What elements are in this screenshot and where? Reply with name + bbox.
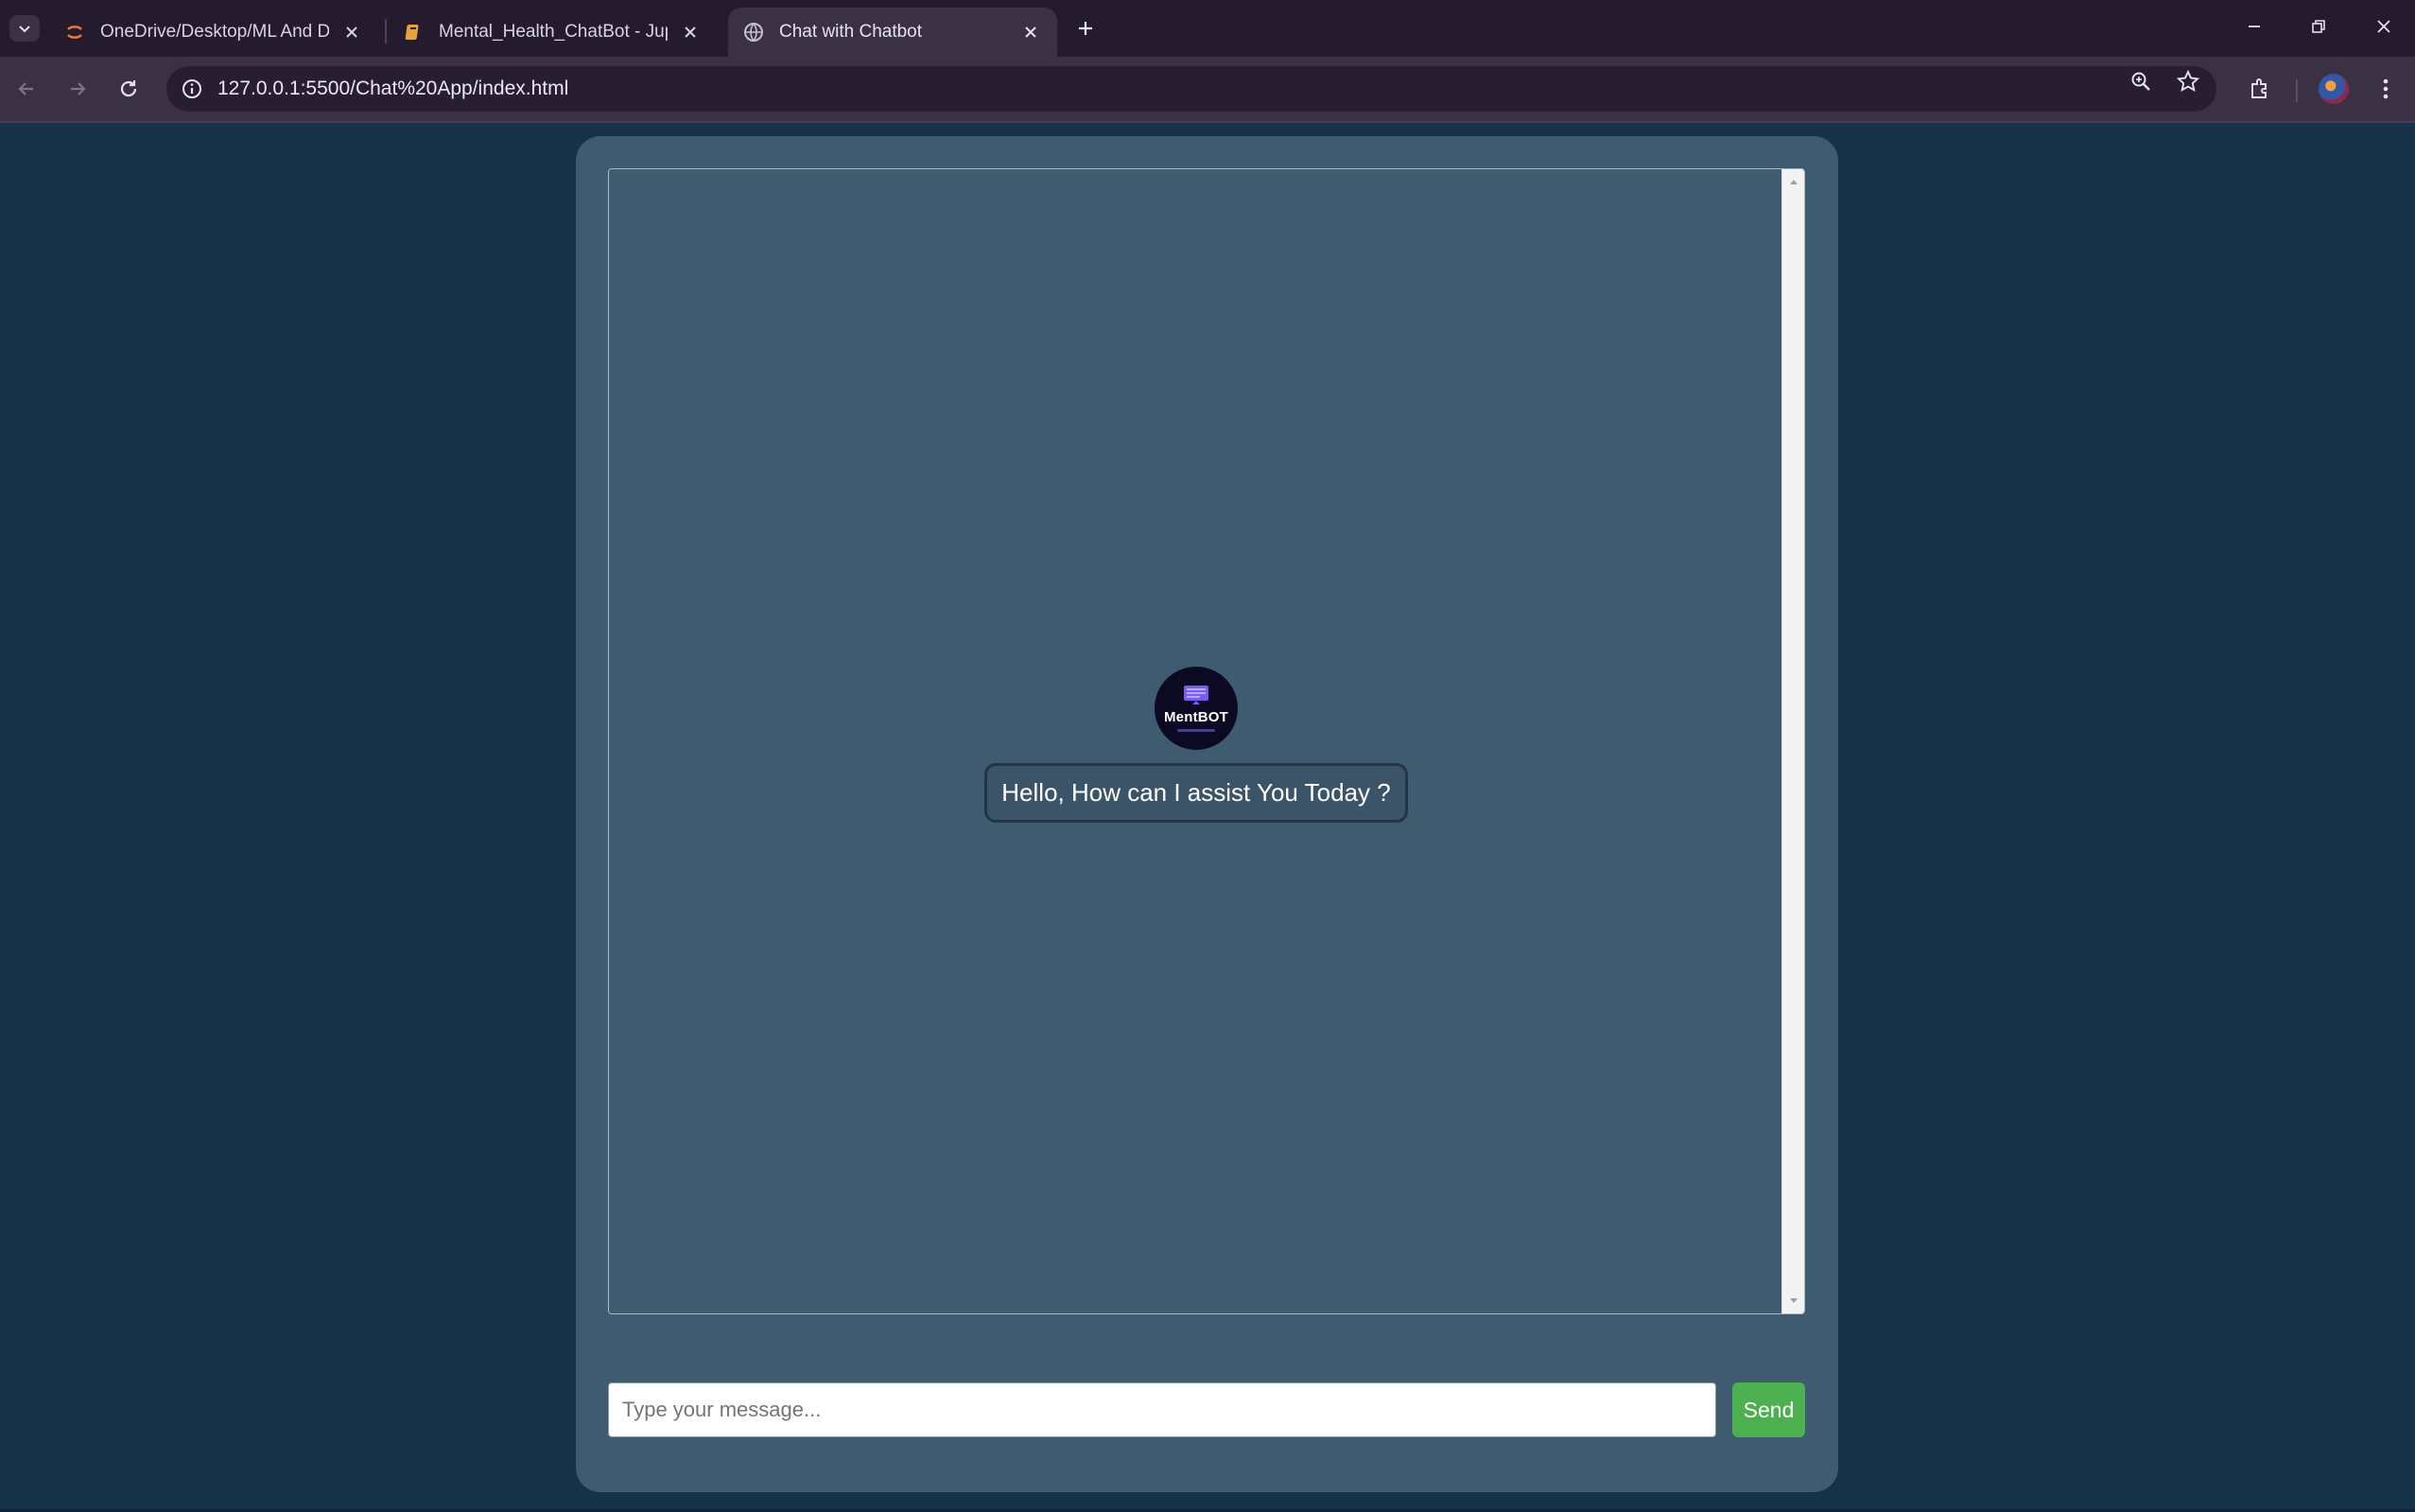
chat-messages-area[interactable]: MentBOT Hello, How can I assist You Toda… bbox=[608, 168, 1805, 1314]
arrow-left-icon bbox=[18, 82, 33, 96]
more-menu-icon[interactable] bbox=[2369, 72, 2403, 106]
tab-divider bbox=[385, 19, 387, 43]
new-tab-button[interactable] bbox=[1070, 13, 1101, 43]
browser-toolbar: 127.0.0.1:5500/Chat%20App/index.html bbox=[0, 57, 2415, 121]
back-button[interactable] bbox=[9, 72, 43, 106]
scroll-up-icon[interactable] bbox=[1782, 171, 1804, 192]
profile-avatar[interactable] bbox=[2319, 74, 2349, 104]
close-icon[interactable] bbox=[679, 21, 702, 43]
bookmark-star-icon[interactable] bbox=[2175, 68, 2201, 95]
restore-icon bbox=[2312, 20, 2325, 33]
arrow-right-icon bbox=[71, 82, 86, 96]
mentbot-logo: MentBOT bbox=[1155, 666, 1238, 750]
restore-button[interactable] bbox=[2298, 8, 2339, 45]
reload-icon bbox=[120, 80, 137, 97]
minimize-button[interactable] bbox=[2233, 8, 2275, 45]
message-input[interactable] bbox=[608, 1382, 1716, 1437]
tab-onedrive[interactable]: OneDrive/Desktop/ML And DL/ bbox=[49, 8, 378, 57]
bot-welcome: MentBOT Hello, How can I assist You Toda… bbox=[609, 169, 1783, 1313]
tab-title: OneDrive/Desktop/ML And DL/ bbox=[100, 22, 329, 42]
message-input-row: Send bbox=[608, 1382, 1805, 1437]
url-text: 127.0.0.1:5500/Chat%20App/index.html bbox=[217, 78, 569, 99]
reload-button[interactable] bbox=[112, 72, 146, 106]
chevron-down-icon bbox=[19, 26, 30, 33]
logo-text: MentBOT bbox=[1163, 708, 1229, 725]
tab-title: Chat with Chatbot bbox=[779, 22, 923, 42]
toolbar-divider bbox=[2296, 79, 2298, 102]
extensions-icon[interactable] bbox=[2243, 72, 2277, 106]
tab-chat-with-chatbot[interactable]: Chat with Chatbot bbox=[728, 8, 1057, 57]
zoom-icon[interactable] bbox=[2128, 68, 2154, 95]
forward-button[interactable] bbox=[61, 72, 95, 106]
chat-scrollbar[interactable] bbox=[1781, 169, 1804, 1313]
site-info-icon[interactable] bbox=[180, 77, 204, 101]
plus-icon bbox=[1079, 22, 1092, 35]
tab-title: Mental_Health_ChatBot - Jupyte bbox=[439, 22, 668, 42]
close-window-button[interactable] bbox=[2363, 8, 2405, 45]
address-bar[interactable]: 127.0.0.1:5500/Chat%20App/index.html bbox=[166, 66, 2216, 112]
notebook-icon bbox=[403, 22, 424, 43]
minimize-icon bbox=[2249, 26, 2260, 27]
jupyter-icon bbox=[64, 22, 85, 43]
tab-strip: OneDrive/Desktop/ML And DL/ Mental_Healt… bbox=[0, 0, 2415, 57]
logo-underline bbox=[1177, 728, 1215, 732]
bot-message-bubble: Hello, How can I assist You Today ? bbox=[984, 762, 1408, 823]
scroll-down-icon[interactable] bbox=[1782, 1291, 1804, 1312]
tab-mental-health-notebook[interactable]: Mental_Health_ChatBot - Jupyte bbox=[388, 8, 717, 57]
close-icon[interactable] bbox=[340, 21, 363, 43]
page-content: MentBOT Hello, How can I assist You Toda… bbox=[0, 123, 2415, 1512]
tab-search-button[interactable] bbox=[9, 15, 40, 42]
close-icon[interactable] bbox=[1019, 21, 1042, 43]
close-icon bbox=[2377, 20, 2390, 33]
chat-container: MentBOT Hello, How can I assist You Toda… bbox=[576, 136, 1838, 1492]
globe-icon bbox=[743, 22, 764, 43]
monitor-icon bbox=[1184, 685, 1208, 704]
send-button[interactable]: Send bbox=[1732, 1382, 1805, 1437]
